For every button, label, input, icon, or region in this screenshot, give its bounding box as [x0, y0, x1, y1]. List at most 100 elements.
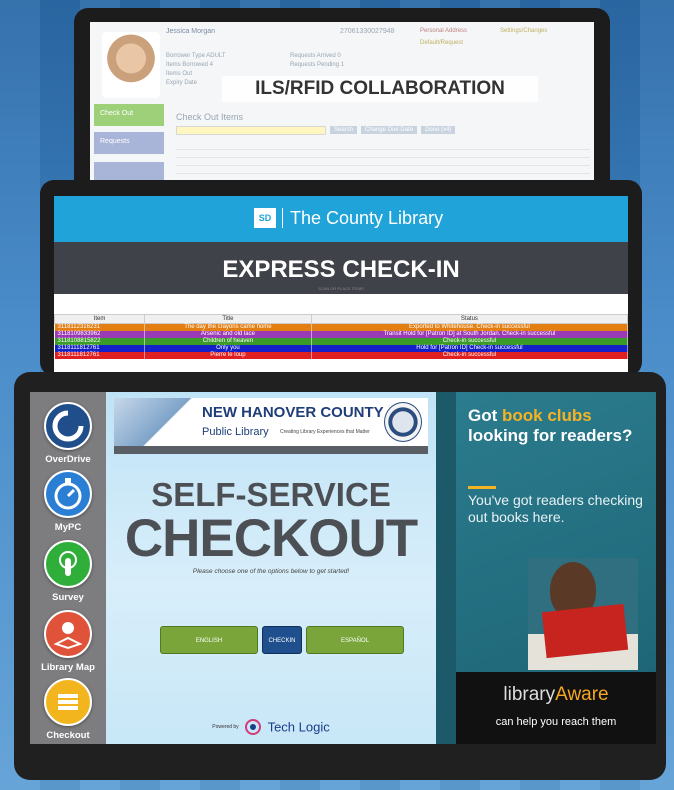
- ils-overlay-label: ILS/RFID COLLABORATION: [222, 76, 538, 102]
- powered-by: Powered by Tech Logic: [106, 718, 436, 736]
- ad-panel: Got book clubs looking for readers? You'…: [436, 392, 656, 744]
- cell-item: 3118111812761: [54, 351, 145, 359]
- cell-title: Only you: [144, 344, 312, 352]
- cell-status: Check-in successful: [311, 351, 628, 359]
- page-title: EXPRESS CHECK-IN: [222, 256, 460, 283]
- library-name: The County Library: [290, 208, 444, 228]
- cell-title: Arsenic and old lace: [144, 330, 312, 338]
- tech-logic-logo-icon: [245, 718, 262, 735]
- section-title: Check Out Items: [176, 112, 244, 122]
- checkin-table: Item Title Status 3118112316231 The day t…: [54, 314, 628, 359]
- nav-requests-button[interactable]: Requests: [94, 132, 164, 154]
- table-row[interactable]: [176, 166, 590, 174]
- sidebar-item-mypc[interactable]: MyPC: [30, 470, 106, 533]
- nav-checkout-button[interactable]: Check Out: [94, 104, 164, 126]
- meta-line: Items Borrowed 4: [166, 62, 214, 68]
- stopwatch-icon: [44, 470, 92, 518]
- sidebar-item-overdrive[interactable]: OverDrive: [30, 402, 106, 465]
- libraryaware-logo: libraryAware: [456, 684, 656, 706]
- table-row[interactable]: 3118108815822 Children of heaven Check-in …: [54, 337, 628, 345]
- kiosk-sidebar: OverDrive MyPC Survey Library Map Checko…: [30, 392, 106, 744]
- reader-photo: [528, 558, 638, 670]
- touch-icon: [44, 540, 92, 588]
- column-header-status: Status: [310, 314, 628, 324]
- overdrive-icon: [44, 402, 92, 450]
- banner-tagline: Creating Library Experiences that Matter: [280, 429, 370, 435]
- table-row[interactable]: 3118112316231 The day the crayons came ho…: [54, 323, 628, 331]
- county-seal: [384, 402, 422, 442]
- scan-hint: SCAN OR PLACE ITEMS: [318, 286, 364, 291]
- brand-part-a: library: [503, 684, 556, 705]
- nav-other-button[interactable]: [94, 162, 164, 182]
- tech-logic-brand: Tech Logic: [267, 719, 330, 735]
- patron-meta-right: Requests Arrived 0 Requests Pending 1: [290, 52, 344, 70]
- ils-screen: Jessica Morgan 27061330027948 Personal A…: [90, 22, 594, 182]
- patron-flag[interactable]: Default/Request: [420, 40, 463, 46]
- meta-line: Expiry Date: [166, 80, 198, 86]
- patron-flag[interactable]: Settings/Changes: [500, 28, 547, 34]
- change-due-date-button[interactable]: Change Due Date: [361, 126, 418, 134]
- cell-title: The day the crayons came home: [144, 323, 312, 331]
- cell-status: Hold for [Patron ID] Check-in successful: [311, 344, 628, 352]
- cell-item: 3118109833962: [54, 330, 145, 338]
- cell-status: Check-in successful: [311, 337, 628, 345]
- libraryaware-brand: libraryAware can help you reach them: [456, 672, 656, 744]
- cell-title: Children of heaven: [144, 337, 312, 345]
- library-logo-swoosh: [114, 398, 194, 446]
- sidebar-item-label: Survey: [52, 592, 84, 603]
- sidebar-item-label: OverDrive: [45, 454, 91, 465]
- patron-meta-left: Borrower Type ADULT Items Borrowed 4 Ite…: [166, 52, 225, 88]
- sidebar-item-label: Library Map: [41, 662, 95, 673]
- patron-name: Jessica Morgan: [166, 28, 216, 35]
- english-button[interactable]: ENGLISH: [160, 626, 258, 654]
- libraryaware-tagline: can help you reach them: [495, 716, 617, 728]
- table-row[interactable]: [176, 158, 590, 166]
- table-row[interactable]: [176, 142, 590, 150]
- red-book: [541, 603, 629, 659]
- instruction-text: Please choose one of the options below t…: [192, 568, 350, 575]
- library-banner: NEW HANOVER COUNTY Public Library Creati…: [114, 398, 428, 446]
- meta-line: Borrower Type ADULT: [166, 53, 226, 59]
- ad-headline-post: looking for readers?: [468, 426, 633, 445]
- ad-headline-pre: Got: [468, 406, 502, 425]
- header-divider: [282, 208, 283, 228]
- action-buttons: Search Change Due Date Done (x4): [330, 126, 456, 134]
- ad-headline: Got book clubs looking for readers?: [468, 406, 648, 446]
- cell-status: Exported to Whitehouse. Check-in success…: [311, 323, 628, 331]
- cell-item: 3118108815822: [54, 337, 145, 345]
- column-header-title: Title: [144, 314, 312, 324]
- ad-rule: [468, 486, 496, 489]
- items-grid: [176, 142, 590, 182]
- table-row[interactable]: 3118111812761 Pierre le loup Check-in succ…: [54, 351, 628, 359]
- map-pin-icon: [44, 610, 92, 658]
- powered-by-label: Powered by: [212, 723, 239, 730]
- checkin-button[interactable]: CHECKIN: [262, 626, 302, 654]
- book-stack-icon: [44, 678, 92, 726]
- barcode-input[interactable]: [176, 126, 326, 135]
- banner-line2: Public Library: [202, 426, 269, 438]
- patron-flag[interactable]: Personal Address: [420, 28, 467, 34]
- table-row[interactable]: [176, 150, 590, 158]
- checkout-panel: NEW HANOVER COUNTY Public Library Creati…: [106, 392, 436, 744]
- title-line2: CHECKOUT: [124, 509, 418, 568]
- kiosk-screen: OverDrive MyPC Survey Library Map Checko…: [30, 392, 656, 744]
- sidebar-item-label: MyPC: [54, 522, 82, 533]
- banner-line1: NEW HANOVER COUNTY: [202, 404, 384, 421]
- banner-divider: [114, 446, 428, 454]
- patron-id: 27061330027948: [340, 28, 395, 35]
- table-row[interactable]: 3118111812761 Only you Hold for [Patron ID…: [54, 344, 628, 352]
- cell-title: Pierre le loup: [144, 351, 312, 359]
- search-button[interactable]: Search: [330, 126, 358, 134]
- meta-line: Requests Arrived 0: [290, 53, 341, 59]
- sidebar-item-library-map[interactable]: Library Map: [30, 610, 106, 673]
- table-row[interactable]: 3118109833962 Arsenic and old lace Transit…: [54, 330, 628, 338]
- espanol-button[interactable]: ESPAÑOL: [306, 626, 404, 654]
- sidebar-item-checkout[interactable]: Checkout: [30, 678, 106, 741]
- meta-line: Requests Pending 1: [290, 62, 345, 68]
- ad-headline-highlight: book clubs: [502, 406, 592, 425]
- cell-status: Transit Hold for [Patron ID] at South Jo…: [311, 330, 628, 338]
- done-button[interactable]: Done (x4): [421, 126, 456, 134]
- sidebar-item-survey[interactable]: Survey: [30, 540, 106, 603]
- cell-item: 3118112316231: [54, 323, 145, 331]
- brand-part-b: Aware: [555, 684, 609, 705]
